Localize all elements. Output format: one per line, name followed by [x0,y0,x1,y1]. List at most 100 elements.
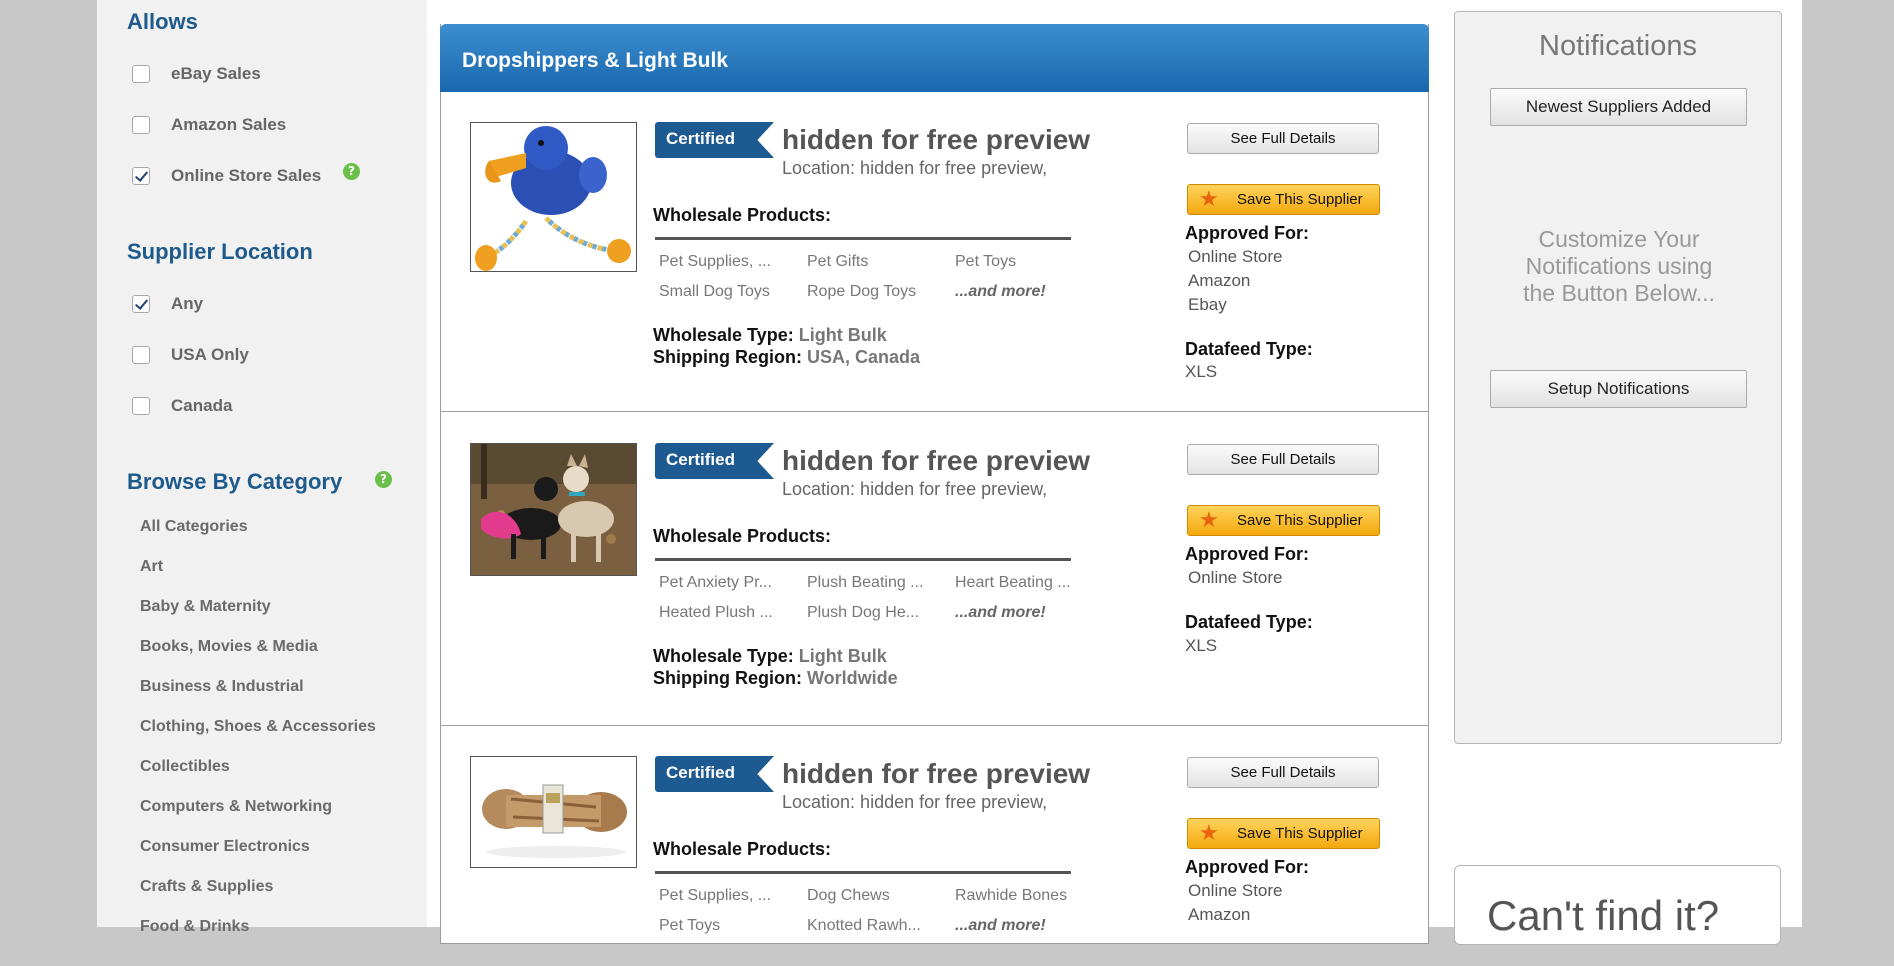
location-any-checkbox[interactable] [132,295,150,313]
online-store-sales-checkbox[interactable] [132,167,150,185]
allows-heading: Allows [127,9,198,34]
shipping-region-value: Worldwide [807,668,898,688]
datafeed-type-value: XLS [1185,362,1218,381]
certified-badge: Certified [655,443,774,479]
cant-find-heading: Can't find it? [1487,892,1720,939]
newest-suppliers-button[interactable]: Newest Suppliers Added [1490,88,1747,126]
star-icon: ★ [1199,507,1219,532]
product-tag: Heart Beating ... [955,574,1071,591]
wholesale-type-label: Wholesale Type: [653,325,794,345]
product-tag: Pet Supplies, ... [659,253,772,270]
product-tag: Heated Plush ... [659,604,773,621]
notifications-text-line: Customize Your [1538,226,1700,252]
certified-badge: Certified [655,756,774,792]
more-products-link[interactable]: ...and more! [955,604,1095,622]
dogs-playing-image [471,444,636,575]
location-usa-checkbox[interactable] [132,346,150,364]
wholesale-products-label: Wholesale Products: [653,526,832,546]
cant-find-panel: Can't find it? [1454,865,1781,945]
divider [655,871,1071,874]
approved-for-item: Online Store [1188,881,1283,900]
datafeed-type-label: Datafeed Type: [1185,339,1313,359]
supplier-name[interactable]: hidden for free preview [782,758,1090,790]
help-icon[interactable]: ? [375,471,392,488]
product-tag: Rawhide Bones [955,887,1068,904]
supplier-location: Location: hidden for free preview, [782,158,1048,178]
shipping-region-label: Shipping Region: [653,668,802,688]
star-icon: ★ [1199,186,1219,211]
save-supplier-button[interactable]: ★ Save This Supplier [1187,505,1380,536]
category-link[interactable]: Clothing, Shoes & Accessories [140,718,376,736]
save-supplier-button[interactable]: ★ Save This Supplier [1187,818,1380,849]
category-link[interactable]: All Categories [140,518,248,536]
ebay-sales-label: eBay Sales [171,64,261,83]
supplier-list: Dropshippers & Light Bulk Certified hidd… [440,24,1429,944]
category-link[interactable]: Art [140,558,163,576]
divider [655,237,1071,240]
wholesale-type-value: Light Bulk [798,325,887,345]
approved-for-label: Approved For: [1185,544,1309,564]
category-link[interactable]: Baby & Maternity [140,598,271,616]
category-link[interactable]: Consumer Electronics [140,838,310,856]
category-link[interactable]: Business & Industrial [140,678,304,696]
supplier-location: Location: hidden for free preview, [782,792,1048,812]
see-full-details-button[interactable]: See Full Details [1187,123,1379,154]
ebay-sales-checkbox[interactable] [132,65,150,83]
product-tag: Pet Toys [955,253,1017,270]
filter-sidebar [97,0,427,927]
supplier-card: Certified hidden for free preview Locati… [441,92,1428,412]
approved-for-item: Amazon [1188,905,1251,924]
category-link[interactable]: Books, Movies & Media [140,638,318,656]
see-full-details-button[interactable]: See Full Details [1187,444,1379,475]
supplier-card: Certified hidden for free preview Locati… [441,726,1428,966]
category-link[interactable]: Crafts & Supplies [140,878,273,896]
divider [655,558,1071,561]
amazon-sales-label: Amazon Sales [171,115,287,134]
see-full-details-button[interactable]: See Full Details [1187,757,1379,788]
more-products-link[interactable]: ...and more! [955,283,1095,301]
supplier-thumbnail[interactable] [470,122,637,272]
more-products-link[interactable]: ...and more! [955,917,1095,935]
supplier-name[interactable]: hidden for free preview [782,124,1090,156]
category-link[interactable]: Food & Drinks [140,918,249,936]
help-icon[interactable]: ? [343,163,360,180]
shipping-region: Shipping Region: Worldwide [653,668,898,689]
wholesale-type: Wholesale Type: Light Bulk [653,325,887,346]
location-any-label: Any [171,294,204,313]
approved-for-item: Online Store [1188,247,1283,266]
shipping-region-label: Shipping Region: [653,347,802,367]
save-supplier-label: Save This Supplier [1237,512,1363,529]
supplier-location-heading: Supplier Location [127,239,313,264]
shipping-region-value: USA, Canada [807,347,921,367]
category-link[interactable]: Collectibles [140,758,230,776]
supplier-card: Certified hidden for free preview Locati… [441,413,1428,726]
product-tag: Dog Chews [807,887,890,904]
product-tag: Knotted Rawh... [807,917,921,934]
product-tag: Rope Dog Toys [807,283,917,300]
amazon-sales-checkbox[interactable] [132,116,150,134]
wholesale-type-value: Light Bulk [798,646,887,666]
wholesale-type: Wholesale Type: Light Bulk [653,646,887,667]
product-tag: Pet Anxiety Pr... [659,574,772,591]
approved-for-label: Approved For: [1185,857,1309,877]
approved-for-item: Ebay [1188,295,1227,314]
location-canada-checkbox[interactable] [132,397,150,415]
approved-for-label: Approved For: [1185,223,1309,243]
wholesale-products-label: Wholesale Products: [653,839,832,859]
star-icon: ★ [1199,820,1219,845]
save-supplier-button[interactable]: ★ Save This Supplier [1187,184,1380,215]
notifications-description: Customize Your Notifications using the B… [1485,226,1753,307]
product-tag: Pet Toys [659,917,721,934]
browse-by-category-heading: Browse By Category [127,469,343,494]
supplier-thumbnail[interactable] [470,756,637,868]
location-usa-label: USA Only [171,345,249,364]
supplier-thumbnail[interactable] [470,443,637,576]
category-link[interactable]: Computers & Networking [140,798,332,816]
wholesale-type-label: Wholesale Type: [653,646,794,666]
setup-notifications-button[interactable]: Setup Notifications [1490,370,1747,408]
notifications-text-line: the Button Below... [1523,280,1715,306]
shipping-region: Shipping Region: USA, Canada [653,347,920,368]
supplier-name[interactable]: hidden for free preview [782,445,1090,477]
wholesale-products-label: Wholesale Products: [653,205,832,225]
save-supplier-label: Save This Supplier [1237,191,1363,208]
